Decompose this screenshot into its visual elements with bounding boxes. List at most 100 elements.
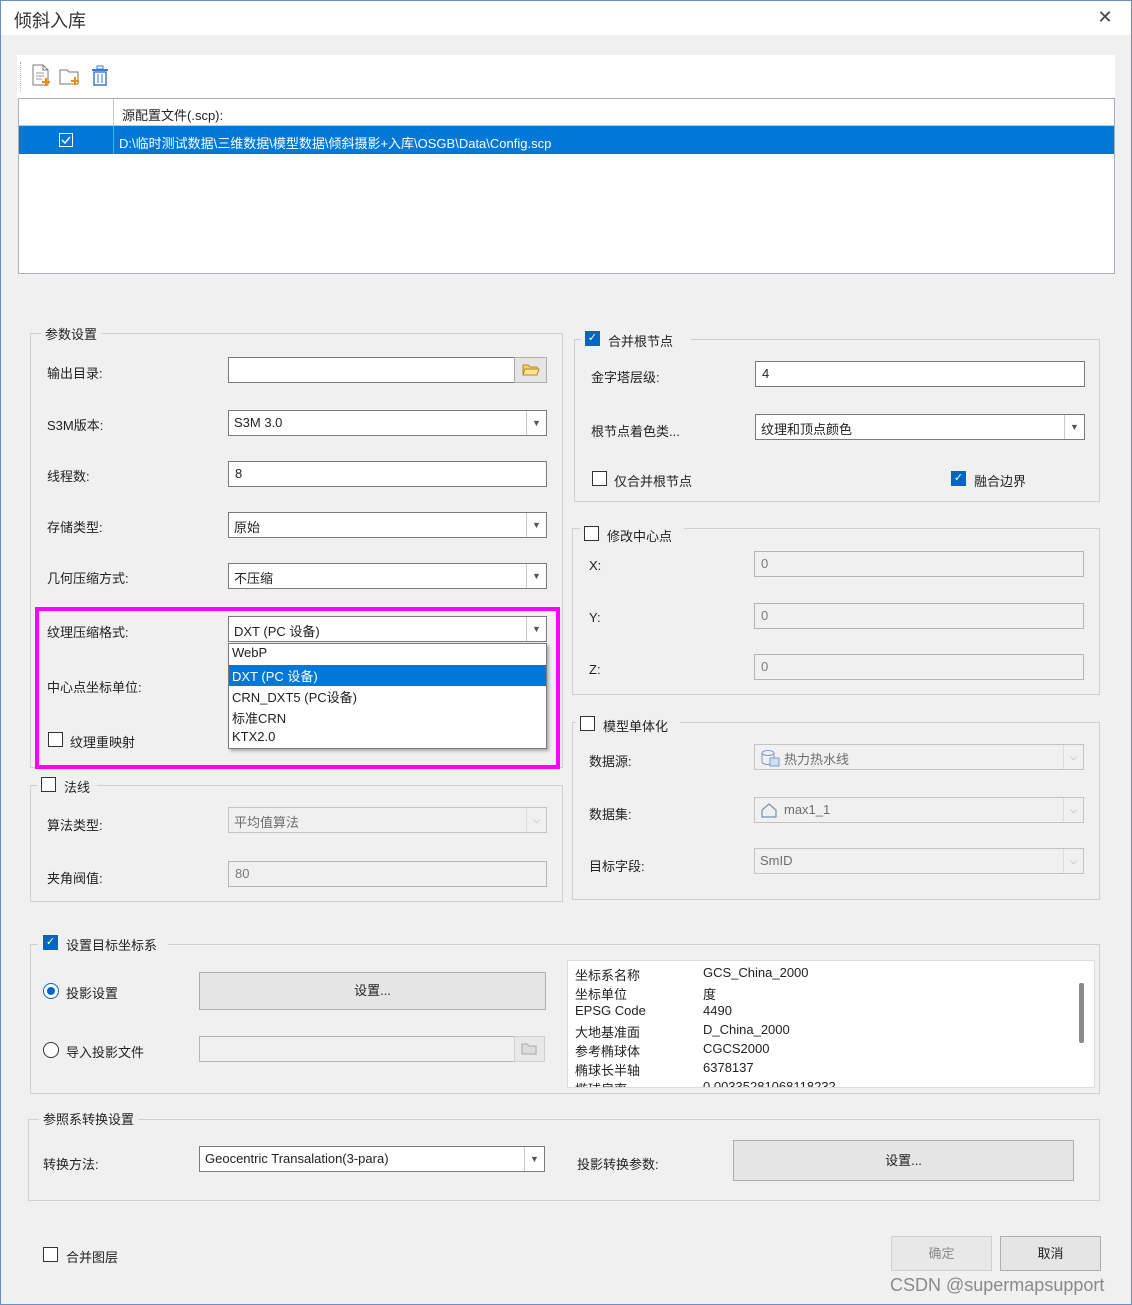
pyramid-level-input[interactable]: 4	[755, 361, 1085, 387]
proj-setting-button[interactable]: 设置...	[199, 972, 546, 1010]
storage-type-value: 原始	[234, 520, 261, 535]
merge-root-checkbox[interactable]: ✓	[585, 331, 600, 346]
chevron-down-icon: ⌵	[1063, 798, 1083, 822]
center-point-legend: 修改中心点	[607, 529, 673, 544]
row-divider	[113, 126, 114, 154]
x-label: X:	[589, 558, 602, 573]
blend-edge-label: 融合边界	[974, 474, 1027, 489]
proj-setting-label: 投影设置	[66, 986, 119, 1001]
cs-info-value: 度	[703, 987, 717, 1002]
s3m-version-value: S3M 3.0	[234, 415, 283, 430]
target-field-select[interactable]: SmID ⌵	[754, 848, 1084, 874]
target-cs-checkbox[interactable]: ✓	[43, 935, 58, 950]
cs-info-value: CGCS2000	[703, 1041, 770, 1056]
browse-folder-button[interactable]	[514, 357, 547, 383]
cs-info-key: 坐标系名称	[575, 968, 641, 983]
y-label: Y:	[589, 610, 601, 625]
close-button[interactable]: ✕	[1092, 4, 1118, 30]
browse-proj-button[interactable]	[514, 1036, 545, 1062]
geo-compress-value: 不压缩	[234, 571, 274, 586]
x-input[interactable]: 0	[754, 551, 1084, 577]
dataset-select[interactable]: max1_1 ⌵	[754, 797, 1084, 823]
transform-params-button[interactable]: 设置...	[733, 1140, 1074, 1181]
add-file-icon[interactable]	[31, 64, 53, 88]
toolbar	[17, 55, 1115, 99]
normals-checkbox[interactable]	[41, 777, 56, 792]
open-folder-icon	[521, 364, 540, 376]
chevron-down-icon: ▼	[526, 411, 546, 435]
delete-icon[interactable]	[89, 64, 111, 88]
root-coloring-label: 根节点着色类...	[591, 424, 680, 439]
ok-button[interactable]: 确定	[891, 1236, 992, 1271]
dialog-title: 倾斜入库	[14, 11, 86, 31]
cs-info-value: D_China_2000	[703, 1022, 790, 1037]
row-path: D:\临时测试数据\三维数据\模型数据\倾斜摄影+入库\OSGB\Data\Co…	[119, 136, 552, 151]
target-field-label: 目标字段:	[589, 859, 645, 874]
cs-info-value: 0.00335281068118232	[703, 1079, 836, 1088]
z-input[interactable]: 0	[754, 654, 1084, 680]
cs-info-scrollbar[interactable]	[1079, 983, 1084, 1043]
z-label: Z:	[589, 662, 601, 677]
cs-info-key: 参考椭球体	[575, 1044, 641, 1059]
params-legend: 参数设置	[41, 324, 102, 343]
cs-info-value: 6378137	[703, 1060, 754, 1075]
threads-label: 线程数:	[47, 469, 90, 484]
cs-info-panel: 坐标系名称 GCS_China_2000 坐标单位 度 EPSG Code 4490 大地基…	[567, 960, 1095, 1088]
center-point-checkbox[interactable]	[584, 526, 599, 541]
import-proj-label: 导入投影文件	[66, 1045, 145, 1060]
chevron-down-icon: ⌵	[1063, 849, 1083, 873]
pyramid-level-label: 金字塔层级:	[591, 370, 660, 385]
geo-compress-select[interactable]: 不压缩 ▼	[228, 563, 547, 589]
output-dir-label: 输出目录:	[47, 366, 103, 381]
datasource-select[interactable]: 热力热水线 ⌵	[754, 744, 1084, 770]
title-bar	[1, 1, 1131, 35]
column-header-source: 源配置文件(.scp):	[122, 108, 224, 123]
import-proj-radio[interactable]	[43, 1042, 59, 1058]
threads-input[interactable]: 8	[228, 461, 547, 487]
row-checkbox[interactable]	[59, 133, 73, 147]
cancel-button[interactable]: 取消	[1000, 1236, 1101, 1271]
cs-info-key: 坐标单位	[575, 987, 628, 1002]
cs-info-key: 椭球长半轴	[575, 1063, 641, 1078]
datasource-value: 热力热水线	[784, 752, 850, 767]
target-field-value: SmID	[760, 853, 793, 868]
transform-method-select[interactable]: Geocentric Transalation(3-para) ▼	[199, 1146, 545, 1172]
blend-edge-checkbox[interactable]: ✓	[951, 471, 966, 486]
toolbar-grip	[20, 62, 21, 92]
dataset-label: 数据集:	[589, 807, 632, 822]
chevron-down-icon: ⌵	[1063, 745, 1083, 769]
cs-info-value: GCS_China_2000	[703, 965, 809, 980]
only-merge-root-checkbox[interactable]	[592, 471, 607, 486]
geo-compress-label: 几何压缩方式:	[47, 571, 129, 586]
angle-threshold-input[interactable]: 80	[228, 861, 547, 887]
algo-type-label: 算法类型:	[47, 818, 103, 833]
merge-layers-label: 合并图层	[66, 1250, 119, 1265]
root-coloring-select[interactable]: 纹理和顶点颜色 ▼	[755, 414, 1085, 440]
add-folder-icon[interactable]	[59, 64, 81, 88]
open-folder-icon	[521, 1043, 536, 1055]
transform-method-label: 转换方法:	[43, 1157, 99, 1172]
transform-method-value: Geocentric Transalation(3-para)	[205, 1151, 389, 1166]
watermark: CSDN @supermapsupport	[890, 1275, 1105, 1295]
output-dir-input[interactable]	[228, 357, 515, 383]
datasource-label: 数据源:	[589, 754, 632, 769]
transform-params-label: 投影转换参数:	[577, 1157, 659, 1172]
datasource-icon	[760, 749, 780, 767]
merge-root-legend: 合并根节点	[608, 334, 674, 349]
target-cs-legend: 设置目标坐标系	[66, 938, 158, 953]
chevron-down-icon: ▼	[526, 564, 546, 588]
chevron-down-icon: ⌵	[526, 808, 546, 832]
model-single-legend: 模型单体化	[603, 719, 669, 734]
model-single-checkbox[interactable]	[580, 716, 595, 731]
y-input[interactable]: 0	[754, 603, 1084, 629]
storage-type-select[interactable]: 原始 ▼	[228, 512, 547, 538]
algo-type-select[interactable]: 平均值算法 ⌵	[228, 807, 547, 833]
merge-layers-checkbox[interactable]	[43, 1247, 58, 1262]
s3m-version-select[interactable]: S3M 3.0 ▼	[228, 410, 547, 436]
column-divider	[113, 99, 114, 126]
chevron-down-icon: ▼	[524, 1147, 544, 1171]
normals-legend: 法线	[64, 780, 91, 795]
import-proj-input[interactable]	[199, 1036, 515, 1062]
cs-info-key: EPSG Code	[575, 1003, 646, 1018]
proj-setting-radio[interactable]	[43, 983, 59, 999]
